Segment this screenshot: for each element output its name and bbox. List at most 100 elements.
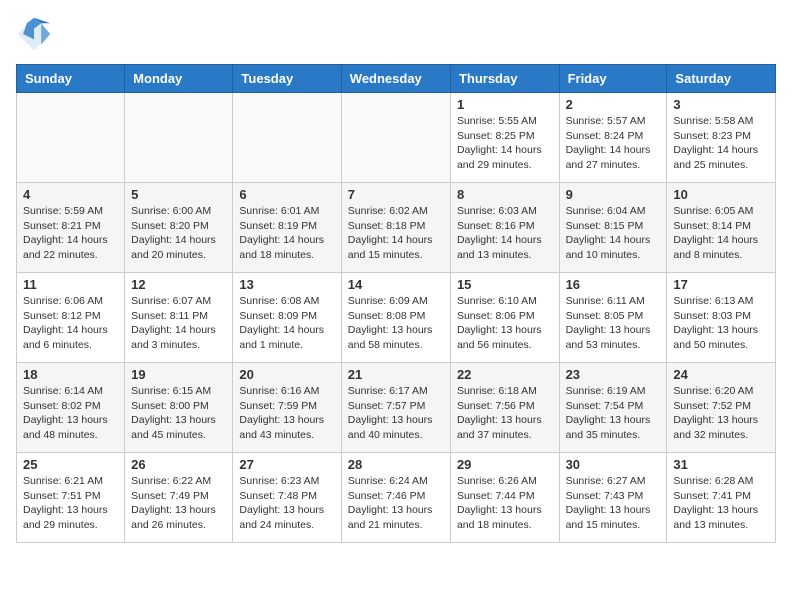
day-cell: 11 Sunrise: 6:06 AM Sunset: 8:12 PM Dayli… [17, 273, 125, 363]
day-info: Sunrise: 6:03 AM Sunset: 8:16 PM Dayligh… [457, 204, 553, 263]
weekday-header-sunday: Sunday [17, 65, 125, 93]
day-number: 16 [566, 277, 661, 292]
day-number: 21 [348, 367, 444, 382]
day-cell: 28 Sunrise: 6:24 AM Sunset: 7:46 PM Dayli… [341, 453, 450, 543]
logo-icon [16, 16, 52, 52]
day-number: 3 [673, 97, 769, 112]
day-cell: 15 Sunrise: 6:10 AM Sunset: 8:06 PM Dayli… [450, 273, 559, 363]
day-number: 10 [673, 187, 769, 202]
day-number: 15 [457, 277, 553, 292]
day-number: 27 [239, 457, 334, 472]
day-info: Sunrise: 6:04 AM Sunset: 8:15 PM Dayligh… [566, 204, 661, 263]
day-number: 26 [131, 457, 226, 472]
day-number: 25 [23, 457, 118, 472]
day-number: 8 [457, 187, 553, 202]
day-info: Sunrise: 6:26 AM Sunset: 7:44 PM Dayligh… [457, 474, 553, 533]
day-info: Sunrise: 6:22 AM Sunset: 7:49 PM Dayligh… [131, 474, 226, 533]
day-cell: 9Sunrise: 6:04 AM Sunset: 8:15 PM Daylig… [559, 183, 667, 273]
weekday-header-saturday: Saturday [667, 65, 776, 93]
day-info: Sunrise: 6:16 AM Sunset: 7:59 PM Dayligh… [239, 384, 334, 443]
day-info: Sunrise: 6:07 AM Sunset: 8:11 PM Dayligh… [131, 294, 226, 353]
day-cell: 26 Sunrise: 6:22 AM Sunset: 7:49 PM Dayli… [125, 453, 233, 543]
day-cell: 13 Sunrise: 6:08 AM Sunset: 8:09 PM Dayli… [233, 273, 341, 363]
day-cell: 30 Sunrise: 6:27 AM Sunset: 7:43 PM Dayli… [559, 453, 667, 543]
day-number: 22 [457, 367, 553, 382]
day-info: Sunrise: 6:11 AM Sunset: 8:05 PM Dayligh… [566, 294, 661, 353]
day-cell: 21 Sunrise: 6:17 AM Sunset: 7:57 PM Dayli… [341, 363, 450, 453]
day-cell [125, 93, 233, 183]
day-number: 31 [673, 457, 769, 472]
day-number: 7 [348, 187, 444, 202]
day-info: Sunrise: 6:23 AM Sunset: 7:48 PM Dayligh… [239, 474, 334, 533]
day-number: 28 [348, 457, 444, 472]
day-number: 20 [239, 367, 334, 382]
day-number: 11 [23, 277, 118, 292]
day-info: Sunrise: 6:17 AM Sunset: 7:57 PM Dayligh… [348, 384, 444, 443]
day-info: Sunrise: 6:05 AM Sunset: 8:14 PM Dayligh… [673, 204, 769, 263]
day-number: 17 [673, 277, 769, 292]
day-cell [233, 93, 341, 183]
day-info: Sunrise: 6:20 AM Sunset: 7:52 PM Dayligh… [673, 384, 769, 443]
day-number: 19 [131, 367, 226, 382]
day-info: Sunrise: 6:24 AM Sunset: 7:46 PM Dayligh… [348, 474, 444, 533]
day-cell: 24 Sunrise: 6:20 AM Sunset: 7:52 PM Dayli… [667, 363, 776, 453]
day-info: Sunrise: 6:19 AM Sunset: 7:54 PM Dayligh… [566, 384, 661, 443]
day-cell [341, 93, 450, 183]
day-number: 29 [457, 457, 553, 472]
day-info: Sunrise: 6:06 AM Sunset: 8:12 PM Dayligh… [23, 294, 118, 353]
day-number: 6 [239, 187, 334, 202]
day-number: 24 [673, 367, 769, 382]
day-number: 12 [131, 277, 226, 292]
day-number: 13 [239, 277, 334, 292]
day-cell: 3 Sunrise: 5:58 AM Sunset: 8:23 PM Daylig… [667, 93, 776, 183]
day-info: Sunrise: 6:28 AM Sunset: 7:41 PM Dayligh… [673, 474, 769, 533]
day-cell: 12 Sunrise: 6:07 AM Sunset: 8:11 PM Dayli… [125, 273, 233, 363]
weekday-header-monday: Monday [125, 65, 233, 93]
day-info: Sunrise: 6:02 AM Sunset: 8:18 PM Dayligh… [348, 204, 444, 263]
page-header [16, 16, 776, 52]
weekday-header-row: SundayMondayTuesdayWednesdayThursdayFrid… [17, 65, 776, 93]
day-info: Sunrise: 6:13 AM Sunset: 8:03 PM Dayligh… [673, 294, 769, 353]
week-row-5: 25 Sunrise: 6:21 AM Sunset: 7:51 PM Dayli… [17, 453, 776, 543]
day-info: Sunrise: 6:09 AM Sunset: 8:08 PM Dayligh… [348, 294, 444, 353]
day-cell: 8 Sunrise: 6:03 AM Sunset: 8:16 PM Daylig… [450, 183, 559, 273]
day-cell: 23 Sunrise: 6:19 AM Sunset: 7:54 PM Dayli… [559, 363, 667, 453]
day-info: Sunrise: 5:58 AM Sunset: 8:23 PM Dayligh… [673, 114, 769, 173]
day-number: 14 [348, 277, 444, 292]
day-cell: 25 Sunrise: 6:21 AM Sunset: 7:51 PM Dayli… [17, 453, 125, 543]
day-info: Sunrise: 6:14 AM Sunset: 8:02 PM Dayligh… [23, 384, 118, 443]
day-cell: 10 Sunrise: 6:05 AM Sunset: 8:14 PM Dayli… [667, 183, 776, 273]
day-info: Sunrise: 6:08 AM Sunset: 8:09 PM Dayligh… [239, 294, 334, 353]
day-info: Sunrise: 6:27 AM Sunset: 7:43 PM Dayligh… [566, 474, 661, 533]
day-number: 23 [566, 367, 661, 382]
day-info: Sunrise: 6:15 AM Sunset: 8:00 PM Dayligh… [131, 384, 226, 443]
day-cell: 16 Sunrise: 6:11 AM Sunset: 8:05 PM Dayli… [559, 273, 667, 363]
day-info: Sunrise: 6:01 AM Sunset: 8:19 PM Dayligh… [239, 204, 334, 263]
day-info: Sunrise: 6:18 AM Sunset: 7:56 PM Dayligh… [457, 384, 553, 443]
day-cell: 29 Sunrise: 6:26 AM Sunset: 7:44 PM Dayli… [450, 453, 559, 543]
day-cell: 18 Sunrise: 6:14 AM Sunset: 8:02 PM Dayli… [17, 363, 125, 453]
day-number: 4 [23, 187, 118, 202]
day-info: Sunrise: 6:00 AM Sunset: 8:20 PM Dayligh… [131, 204, 226, 263]
day-number: 18 [23, 367, 118, 382]
calendar-table: SundayMondayTuesdayWednesdayThursdayFrid… [16, 64, 776, 543]
day-cell: 6 Sunrise: 6:01 AM Sunset: 8:19 PM Daylig… [233, 183, 341, 273]
week-row-4: 18 Sunrise: 6:14 AM Sunset: 8:02 PM Dayli… [17, 363, 776, 453]
day-number: 30 [566, 457, 661, 472]
weekday-header-wednesday: Wednesday [341, 65, 450, 93]
day-info: Sunrise: 5:55 AM Sunset: 8:25 PM Dayligh… [457, 114, 553, 173]
day-cell: 1 Sunrise: 5:55 AM Sunset: 8:25 PM Daylig… [450, 93, 559, 183]
day-cell: 7 Sunrise: 6:02 AM Sunset: 8:18 PM Daylig… [341, 183, 450, 273]
day-info: Sunrise: 5:59 AM Sunset: 8:21 PM Dayligh… [23, 204, 118, 263]
day-cell: 22 Sunrise: 6:18 AM Sunset: 7:56 PM Dayli… [450, 363, 559, 453]
weekday-header-friday: Friday [559, 65, 667, 93]
day-info: Sunrise: 6:10 AM Sunset: 8:06 PM Dayligh… [457, 294, 553, 353]
day-info: Sunrise: 5:57 AM Sunset: 8:24 PM Dayligh… [566, 114, 661, 173]
day-info: Sunrise: 6:21 AM Sunset: 7:51 PM Dayligh… [23, 474, 118, 533]
day-cell: 4 Sunrise: 5:59 AM Sunset: 8:21 PM Daylig… [17, 183, 125, 273]
week-row-1: 1 Sunrise: 5:55 AM Sunset: 8:25 PM Daylig… [17, 93, 776, 183]
day-cell [17, 93, 125, 183]
day-number: 1 [457, 97, 553, 112]
weekday-header-thursday: Thursday [450, 65, 559, 93]
day-number: 5 [131, 187, 226, 202]
